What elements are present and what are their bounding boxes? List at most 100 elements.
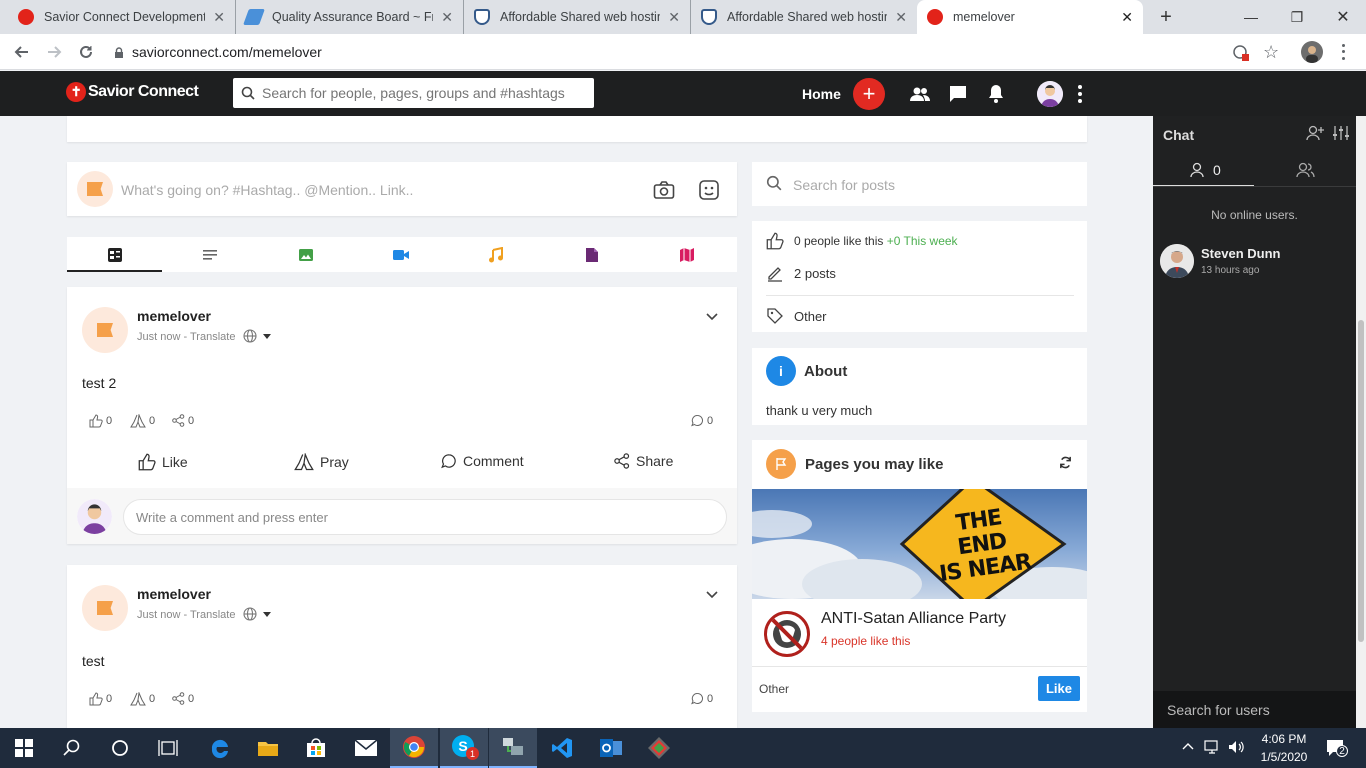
forward-icon[interactable] <box>42 40 66 64</box>
page-avatar[interactable] <box>764 611 810 657</box>
share-button[interactable]: Share <box>614 453 673 469</box>
browser-tab[interactable]: Quality Assurance Board ~ Fro ✕ <box>236 0 464 34</box>
like-button[interactable]: Like <box>138 453 188 471</box>
search-icon[interactable] <box>48 728 96 768</box>
page-name[interactable]: ANTI-Satan Alliance Party <box>821 610 1006 628</box>
outlook-icon[interactable] <box>587 728 635 768</box>
chevron-down-icon[interactable] <box>705 587 719 601</box>
like-page-button[interactable]: Like <box>1038 676 1080 701</box>
action-center-icon[interactable]: 2 <box>1325 738 1348 758</box>
close-icon[interactable]: ✕ <box>895 9 907 26</box>
comment-count[interactable]: 0 <box>691 692 713 705</box>
sticker-icon[interactable] <box>698 179 720 201</box>
git-app-icon[interactable] <box>635 728 683 768</box>
camera-icon[interactable] <box>653 180 675 200</box>
chrome-icon[interactable] <box>390 728 438 768</box>
close-icon[interactable]: ✕ <box>668 9 680 26</box>
tab-groups[interactable] <box>1296 162 1316 178</box>
reload-icon[interactable] <box>74 40 98 64</box>
create-plus-button[interactable]: + <box>853 78 885 110</box>
notifications-bell-icon[interactable] <box>985 83 1007 105</box>
comment-count[interactable]: 0 <box>691 414 713 427</box>
back-icon[interactable] <box>10 40 34 64</box>
tab-music[interactable] <box>448 237 543 272</box>
tray-chevron-up-icon[interactable] <box>1181 740 1195 754</box>
share-count[interactable]: 0 <box>172 414 194 427</box>
refresh-icon[interactable] <box>1058 455 1073 470</box>
chat-user-name[interactable]: Steven Dunn <box>1201 246 1280 261</box>
close-icon[interactable]: ✕ <box>213 9 225 26</box>
tab-online-users[interactable]: 0 <box>1189 162 1221 178</box>
post-author-name[interactable]: memelover <box>137 586 211 602</box>
comment-input[interactable]: Write a comment and press enter <box>123 499 727 535</box>
privacy-dropdown-icon[interactable] <box>263 334 271 339</box>
volume-icon[interactable] <box>1228 739 1246 755</box>
home-link[interactable]: Home <box>802 86 841 102</box>
skype-icon[interactable]: S 1 <box>440 728 488 768</box>
minimize-icon[interactable]: — <box>1228 0 1274 34</box>
page-cover-image[interactable]: THE END IS NEAR <box>752 489 1087 599</box>
url-field[interactable]: saviorconnect.com/memelover <box>108 39 1288 65</box>
chat-settings-sliders-icon[interactable] <box>1332 125 1350 141</box>
task-view-icon[interactable] <box>144 728 192 768</box>
chat-search-input[interactable]: Search for users <box>1167 702 1270 718</box>
post-author-avatar[interactable] <box>82 585 128 631</box>
taskbar-date[interactable]: 1/5/2020 <box>1259 750 1309 764</box>
post-author-name[interactable]: memelover <box>137 308 211 324</box>
window-close-icon[interactable]: ✕ <box>1320 0 1366 34</box>
tab-photos[interactable] <box>258 237 353 272</box>
profile-avatar[interactable] <box>1301 41 1323 63</box>
network-app-icon[interactable] <box>489 728 537 768</box>
store-icon[interactable] <box>292 728 340 768</box>
pray-count[interactable]: 0 <box>130 414 155 428</box>
browser-menu-icon[interactable] <box>1338 42 1348 62</box>
close-icon[interactable]: ✕ <box>441 9 453 26</box>
site-search[interactable] <box>233 78 594 108</box>
browser-tab[interactable]: Affordable Shared web hosting ✕ <box>691 0 917 34</box>
tab-all-posts[interactable] <box>67 237 162 272</box>
vscode-icon[interactable] <box>538 728 586 768</box>
cortana-icon[interactable] <box>96 728 144 768</box>
pray-count[interactable]: 0 <box>130 692 155 706</box>
friends-icon[interactable] <box>909 83 931 105</box>
pray-button[interactable]: Pray <box>294 453 349 471</box>
share-count[interactable]: 0 <box>172 692 194 705</box>
network-icon[interactable] <box>1204 739 1222 755</box>
privacy-dropdown-icon[interactable] <box>263 612 271 617</box>
tab-maps[interactable] <box>639 237 734 272</box>
site-search-input[interactable] <box>262 85 594 101</box>
comment-button[interactable]: Comment <box>441 453 524 469</box>
page-category-row[interactable]: Other <box>766 307 827 325</box>
file-explorer-icon[interactable] <box>244 728 292 768</box>
windows-start-icon[interactable] <box>0 728 48 768</box>
browser-tab[interactable]: Affordable Shared web hosting ✕ <box>464 0 691 34</box>
browser-tab-active[interactable]: memelover ✕ <box>917 0 1143 34</box>
post-search-input[interactable]: Search for posts <box>793 177 895 193</box>
edge-icon[interactable] <box>196 728 244 768</box>
tab-videos[interactable] <box>353 237 448 272</box>
chat-user-avatar[interactable] <box>1160 244 1194 278</box>
tab-files[interactable] <box>544 237 639 272</box>
post-meta[interactable]: Just now - Translate <box>137 331 235 343</box>
more-menu-icon[interactable] <box>1075 84 1085 104</box>
post-meta[interactable]: Just now - Translate <box>137 609 235 621</box>
new-tab-icon[interactable]: + <box>1155 6 1177 28</box>
composer-input[interactable]: What's going on? #Hashtag.. @Mention.. L… <box>121 182 413 198</box>
add-user-icon[interactable] <box>1306 125 1324 141</box>
messages-icon[interactable] <box>947 83 969 105</box>
scrollbar-thumb[interactable] <box>1358 320 1364 642</box>
maximize-icon[interactable]: ❐ <box>1274 0 1320 34</box>
post-author-avatar[interactable] <box>82 307 128 353</box>
browser-tab[interactable]: Savior Connect Development ✕ <box>8 0 236 34</box>
mail-icon[interactable] <box>342 728 390 768</box>
taskbar-time[interactable]: 4:06 PM <box>1259 732 1309 746</box>
close-icon[interactable]: ✕ <box>1121 9 1133 26</box>
translate-blocked-icon[interactable] <box>1232 44 1250 62</box>
tab-text-posts[interactable] <box>162 237 257 272</box>
user-avatar[interactable] <box>1037 81 1063 107</box>
star-icon[interactable]: ☆ <box>1263 43 1281 61</box>
chevron-down-icon[interactable] <box>705 309 719 323</box>
like-count[interactable]: 0 <box>89 692 112 706</box>
site-logo[interactable]: ✝ Savior Connect <box>66 80 199 104</box>
like-count[interactable]: 0 <box>89 414 112 428</box>
